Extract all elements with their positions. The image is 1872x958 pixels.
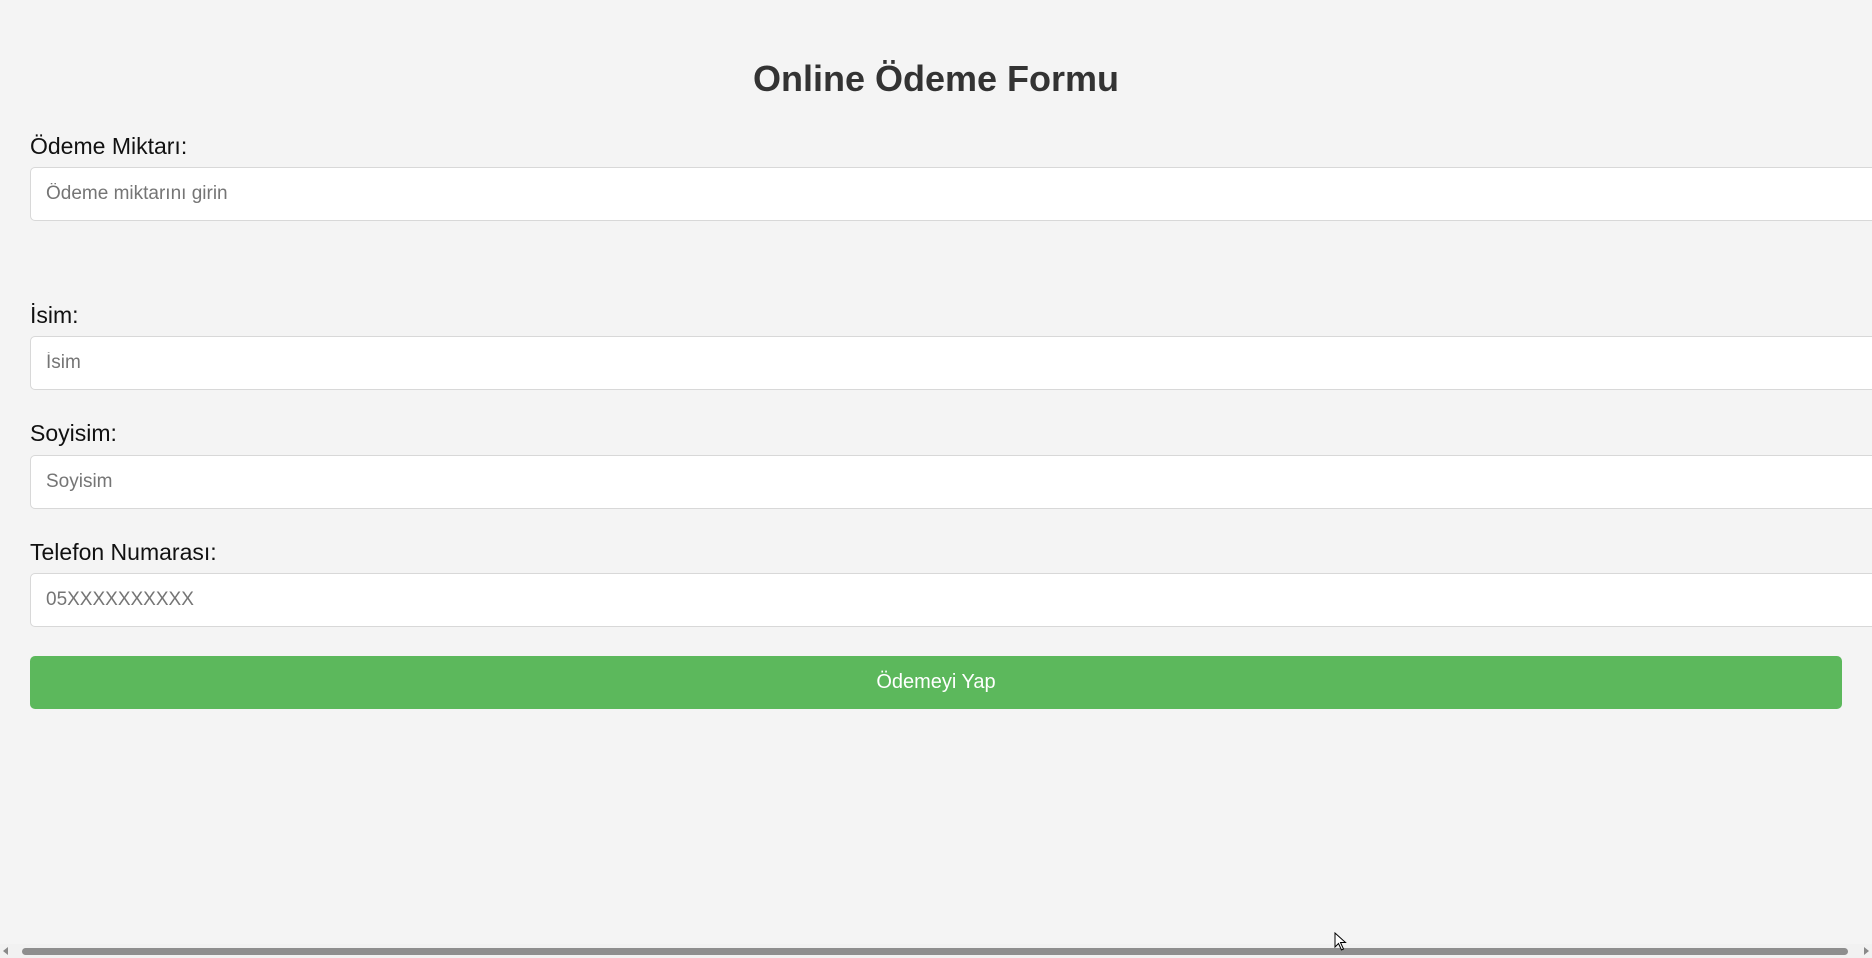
- first-name-input[interactable]: [30, 336, 1872, 390]
- submit-payment-button[interactable]: Ödemeyi Yap: [30, 656, 1842, 709]
- mouse-pointer-icon: [1334, 932, 1347, 951]
- phone-label: Telefon Numarası:: [30, 539, 217, 565]
- scroll-right-arrow-icon[interactable]: [1864, 947, 1869, 955]
- phone-input[interactable]: [30, 573, 1872, 627]
- amount-input[interactable]: [30, 167, 1872, 221]
- amount-label: Ödeme Miktarı:: [30, 133, 188, 159]
- page-title: Online Ödeme Formu: [752, 58, 1120, 99]
- horizontal-scrollbar[interactable]: [0, 944, 1872, 958]
- scrollbar-thumb[interactable]: [22, 948, 1848, 955]
- last-name-input[interactable]: [30, 455, 1872, 509]
- first-name-label: İsim:: [30, 302, 79, 328]
- last-name-label: Soyisim:: [30, 420, 117, 446]
- browser-viewport: Online Ödeme Formu Ödeme Miktarı: İsim: …: [0, 0, 1872, 958]
- scroll-left-arrow-icon[interactable]: [3, 947, 8, 955]
